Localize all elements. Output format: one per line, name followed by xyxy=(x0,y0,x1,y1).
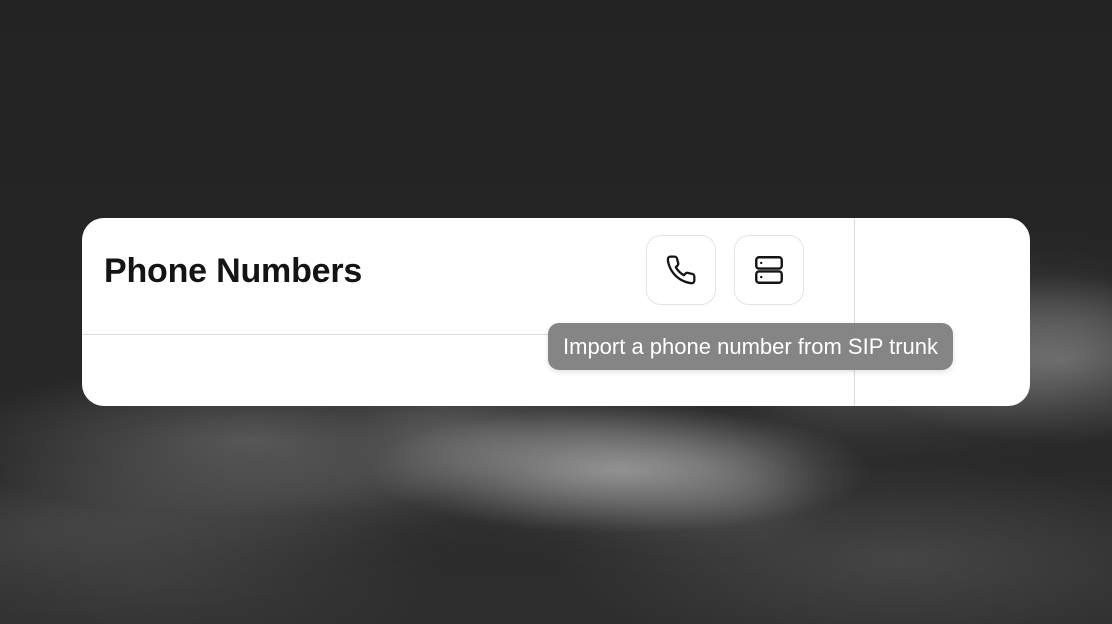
background-swirl xyxy=(376,391,804,529)
server-icon xyxy=(752,253,786,287)
page-title: Phone Numbers xyxy=(104,252,363,290)
sip-trunk-tooltip: Import a phone number from SIP trunk xyxy=(548,323,953,370)
add-phone-number-button[interactable] xyxy=(646,235,716,305)
column-divider xyxy=(854,218,855,406)
phone-icon xyxy=(665,254,697,286)
phone-numbers-panel: Phone Numbers xyxy=(82,218,1030,406)
background-swirl xyxy=(0,443,463,567)
import-sip-trunk-button[interactable] xyxy=(734,235,804,305)
